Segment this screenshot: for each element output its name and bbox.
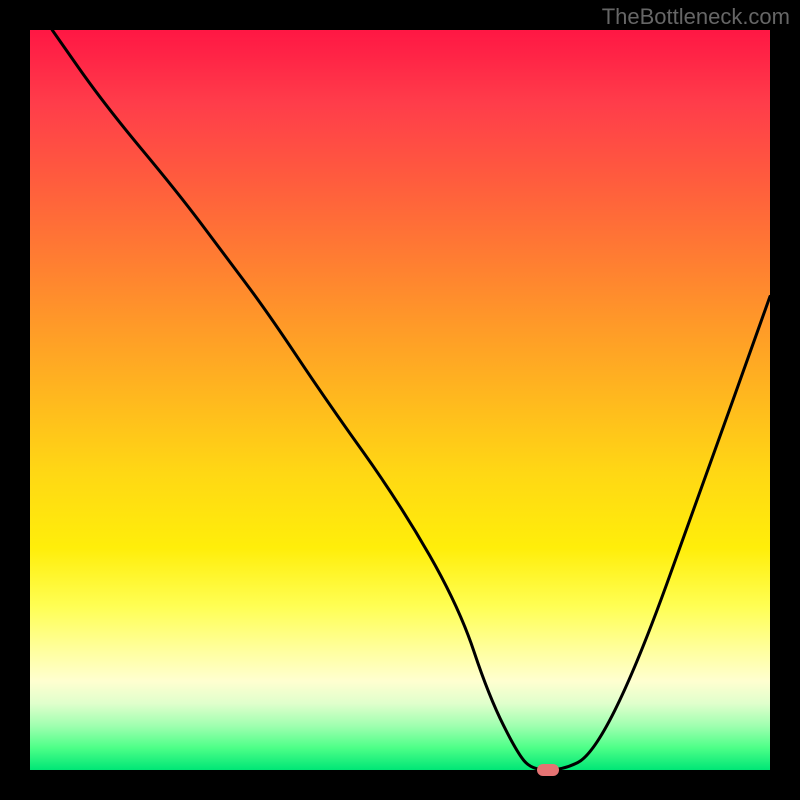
watermark-text: TheBottleneck.com: [602, 4, 790, 30]
chart-curve-svg: [30, 30, 770, 770]
curve-line: [52, 30, 770, 770]
chart-marker: [537, 764, 559, 776]
